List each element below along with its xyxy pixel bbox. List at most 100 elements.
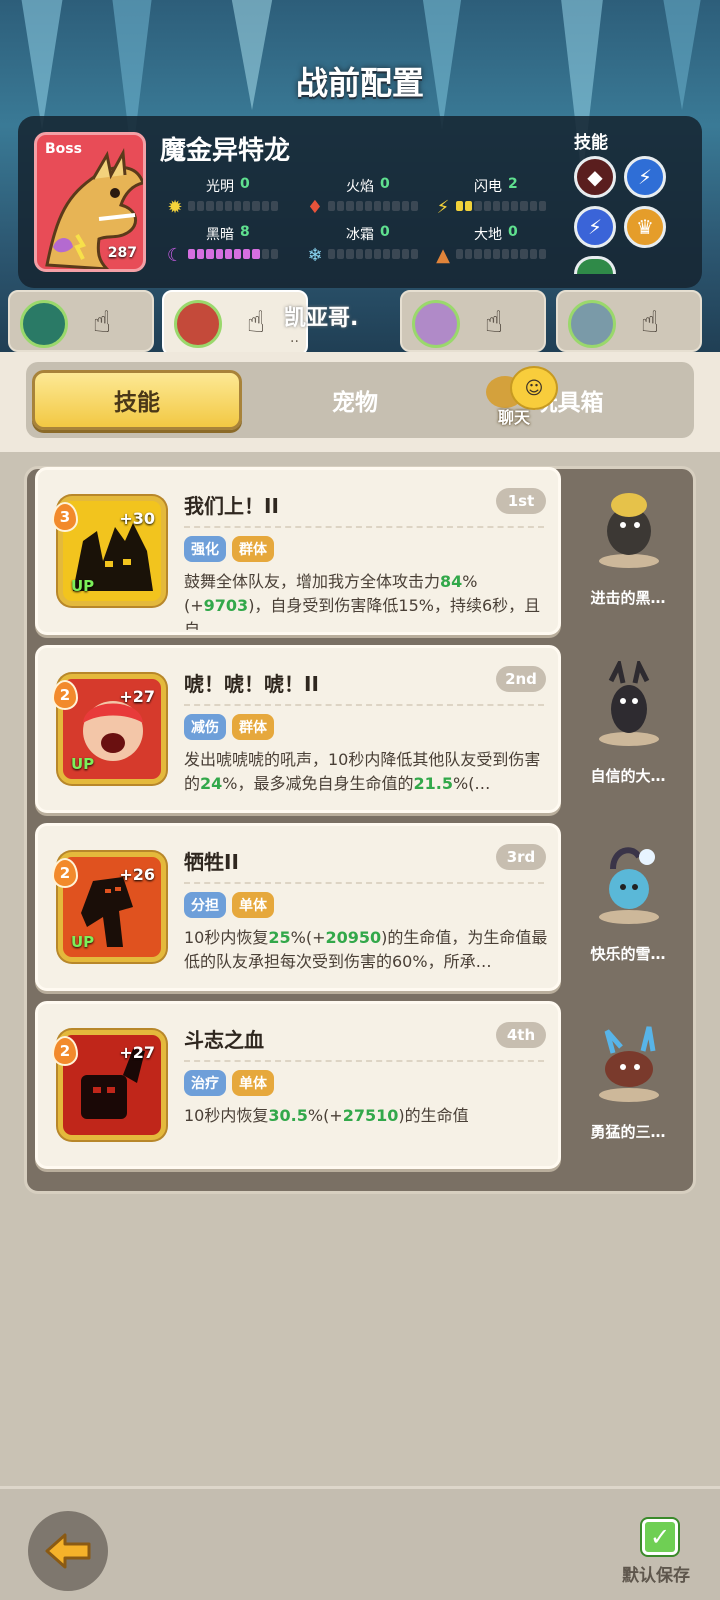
skill-card[interactable]: +26 UP 2 牺牲II 3rd 分担 单体 10秒内恢复25%(+20950…	[35, 823, 561, 991]
skill-level-badge: 2	[52, 1036, 78, 1066]
element-value: 2	[508, 176, 518, 192]
avatar	[20, 300, 68, 348]
element-bar-segment	[492, 201, 501, 211]
element-bar-segment	[206, 249, 214, 259]
element-bar-segment	[261, 249, 269, 259]
moon-icon: ☾	[166, 244, 184, 266]
skill-description: 发出唬唬唬的吼声，10秒内降低其他队友受到伤害的24%，最多减免自身生命值的21…	[184, 750, 541, 793]
team-slot[interactable]: ☝	[8, 290, 154, 352]
element-light: ✹ 光明 0	[164, 176, 304, 220]
pet-slot[interactable]: 快乐的雪…	[567, 825, 689, 989]
pet-slot[interactable]: 自信的大…	[567, 647, 689, 811]
divider	[184, 704, 544, 706]
element-bar-segment	[270, 249, 279, 259]
skill-up-badge: UP	[71, 755, 95, 773]
skill-level-badge: 3	[52, 502, 78, 532]
element-bar-segment	[474, 249, 482, 259]
element-bar-segment	[346, 249, 354, 259]
skill-level-badge: 2	[52, 680, 78, 710]
tap-hand-icon: ☝	[484, 304, 504, 340]
element-bar-segment	[538, 249, 547, 259]
skill-plus: +30	[119, 509, 155, 528]
chat-label: 聊天	[498, 408, 531, 427]
skill-card[interactable]: +27 UP 2 唬！唬！唬！II 2nd 减伤 群体 发出唬唬唬的吼声，10秒…	[35, 645, 561, 813]
element-bar-segment	[483, 249, 491, 259]
element-bar-segment	[401, 201, 409, 211]
skill-card[interactable]: +27 2 斗志之血 4th 治疗 单体 10秒内恢复30.5%(+27510)…	[35, 1001, 561, 1169]
skill-list: +30 UP 3 我们上！II 1st 强化 群体 鼓舞全体队友，增加我方全体攻…	[24, 466, 696, 1194]
skill-name: 唬！唬！唬！II	[184, 672, 319, 696]
lightning-orb-icon[interactable]: ⚡	[624, 156, 666, 198]
element-bar-segment	[374, 249, 382, 259]
element-bar-segment	[364, 249, 373, 259]
element-bar-segment	[197, 249, 205, 259]
element-name: 火焰	[346, 179, 374, 195]
element-dark: ☾ 黑暗 8	[164, 224, 304, 268]
team-member-name: 凯亚哥.	[284, 306, 359, 331]
pet-figure-icon	[599, 1026, 659, 1102]
team-slot[interactable]: ☝	[556, 290, 702, 352]
element-bar-segment	[511, 201, 519, 211]
pet-figure-icon	[599, 847, 659, 924]
pet-slot[interactable]: 勇猛的三…	[567, 1003, 689, 1167]
skill-plus: +27	[119, 1043, 155, 1062]
skill-description: 10秒内恢复25%(+20950)的生命值，为生命值最低的队友承担每次受到伤害的…	[184, 928, 548, 971]
skill-tag: 治疗	[184, 1070, 226, 1096]
chat-button[interactable]: ☺ 聊天	[486, 362, 566, 432]
element-bar-segment	[188, 249, 196, 259]
element-bar-segment	[392, 249, 400, 259]
element-bar-segment	[337, 201, 345, 211]
element-bar-segment	[410, 201, 419, 211]
boss-portrait[interactable]: Boss 287	[34, 132, 146, 272]
element-bar-segment	[383, 201, 391, 211]
element-bar-segment	[520, 249, 528, 259]
skill-card[interactable]: +30 UP 3 我们上！II 1st 强化 群体 鼓舞全体队友，增加我方全体攻…	[35, 467, 561, 635]
more-skill-icon[interactable]	[574, 256, 616, 274]
element-bar-segment	[502, 201, 510, 211]
element-earth: ▲ 大地 0	[432, 224, 572, 268]
element-bar-segment	[355, 201, 363, 211]
element-bar-segment	[392, 201, 400, 211]
team-slot-active[interactable]: ☝ 凯亚哥. ..	[162, 290, 358, 356]
snowflake-icon: ❄	[307, 244, 323, 266]
skill-up-badge: UP	[71, 933, 95, 951]
element-name: 闪电	[474, 179, 502, 195]
tab-skills[interactable]: 技能	[32, 370, 242, 430]
tab-pets[interactable]: 宠物	[250, 370, 460, 430]
bite-icon[interactable]: ◆	[574, 156, 616, 198]
element-bar-segment	[401, 249, 409, 259]
lightning-orb-icon[interactable]: ⚡	[574, 206, 616, 248]
team-slot[interactable]: ☝	[400, 290, 546, 352]
element-bar-segment	[261, 201, 269, 211]
tap-hand-icon: ☝	[92, 304, 112, 340]
skill-tags: 减伤 群体	[184, 714, 274, 740]
element-bar-segment	[252, 201, 260, 211]
skill-rank: 4th	[496, 1022, 546, 1048]
element-bar-segment	[483, 201, 491, 211]
divider	[184, 882, 544, 884]
default-save-checkbox[interactable]: ✓	[642, 1519, 678, 1555]
element-bar-segment	[465, 249, 473, 259]
tab-area: 技能 宠物 玩具箱 ☺ 聊天	[0, 352, 720, 452]
skill-level-badge: 2	[52, 858, 78, 888]
crown-fire-icon[interactable]: ♛	[624, 206, 666, 248]
skill-name: 斗志之血	[184, 1028, 264, 1052]
back-button[interactable]	[28, 1511, 108, 1591]
element-bar-segment	[529, 201, 537, 211]
element-bar-segment	[270, 201, 279, 211]
element-bar-segment	[243, 249, 251, 259]
back-arrow-icon	[45, 1533, 91, 1569]
sun-icon: ✹	[167, 196, 183, 218]
skill-tags: 强化 群体	[184, 536, 274, 562]
pet-slot[interactable]: 进击的黑…	[567, 469, 689, 633]
bottom-bar: ✓ 默认保存	[0, 1486, 720, 1600]
pet-name: 勇猛的三…	[590, 1123, 666, 1141]
skill-tag: 减伤	[184, 714, 226, 740]
lightning-icon: ⚡	[436, 196, 450, 218]
element-name: 大地	[474, 227, 502, 243]
boss-panel: Boss 287 魔金异特龙 ✹ 光明 0 ♦ 火焰 0 ⚡ 闪电 2 ☾ 黑暗…	[18, 116, 702, 288]
element-value: 0	[508, 224, 518, 240]
element-bar-segment	[383, 249, 391, 259]
element-bar-segment	[538, 201, 547, 211]
tap-hand-icon: ☝	[246, 304, 266, 340]
